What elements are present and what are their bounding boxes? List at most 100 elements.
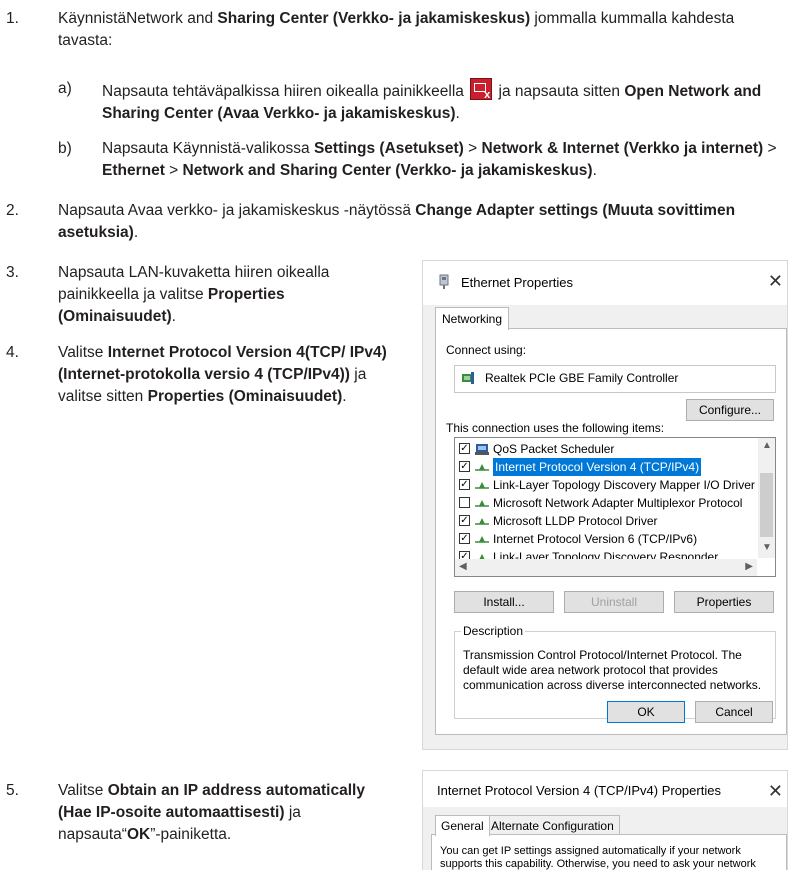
step-text: Valitse Obtain an IP address automatical…	[58, 780, 378, 846]
close-icon[interactable]: ✕	[768, 271, 783, 292]
bold-text: OK	[126, 826, 151, 843]
list-item[interactable]: ✓ Microsoft LLDP Protocol Driver	[455, 512, 757, 530]
scroll-left-icon[interactable]: ◀	[459, 561, 467, 572]
bold-text: Ethernet	[102, 162, 165, 179]
item-checkbox[interactable]: ✓	[459, 479, 470, 490]
vertical-scrollbar[interactable]: ▲ ▼	[758, 438, 775, 558]
item-label: Link-Layer Topology Discovery Mapper I/O…	[493, 478, 755, 492]
ethernet-properties-dialog: Ethernet Properties ✕ Networking Connect…	[422, 260, 788, 750]
scroll-right-icon[interactable]: ▶	[745, 561, 753, 572]
bold-text: Network and Sharing Center (Verkko- ja j…	[182, 162, 593, 179]
item-checkbox[interactable]: ✓	[459, 443, 470, 454]
text: Napsauta Avaa verkko- ja jakamiskeskus -…	[58, 202, 416, 219]
text: Valitse	[58, 344, 108, 361]
item-label: Internet Protocol Version 4 (TCP/IPv4)	[493, 458, 702, 476]
text: >	[463, 140, 482, 157]
step-text: Valitse Internet Protocol Version 4(TCP/…	[58, 342, 393, 408]
bold-text: Sharing Center (Verkko- ja jakamiskeskus…	[217, 10, 531, 27]
step-number: 3.	[6, 264, 19, 281]
text: Napsauta Käynnistä-valikossa	[102, 140, 314, 157]
network-adapter-icon	[462, 372, 474, 384]
step-text: KäynnistäNetwork and Sharing Center (Ver…	[58, 8, 758, 52]
text: KäynnistäNetwork and	[58, 10, 218, 27]
protocol-icon	[475, 518, 489, 525]
text: ”-painiketta.	[150, 826, 232, 843]
properties-button[interactable]: Properties	[674, 591, 774, 613]
step-number: 1.	[6, 10, 19, 27]
scroll-up-icon[interactable]: ▲	[762, 440, 772, 451]
ethernet-port-icon	[439, 274, 449, 289]
install-button[interactable]: Install...	[454, 591, 554, 613]
text: Valitse	[58, 782, 108, 799]
text: .	[133, 224, 139, 241]
step-number: 4.	[6, 344, 19, 361]
list-item[interactable]: ✓ Link-Layer Topology Discovery Mapper I…	[455, 476, 757, 494]
general-panel: You can get IP settings assigned automat…	[431, 834, 787, 870]
step-text: Napsauta Avaa verkko- ja jakamiskeskus -…	[58, 200, 758, 244]
dialog-title: Internet Protocol Version 4 (TCP/IPv4) P…	[437, 783, 721, 798]
tab-networking[interactable]: Networking	[435, 307, 510, 330]
item-label: QoS Packet Scheduler	[493, 442, 615, 456]
list-item[interactable]: ✓ QoS Packet Scheduler	[455, 440, 757, 458]
items-list[interactable]: ✓ QoS Packet Scheduler ✓ Internet Protoc…	[454, 437, 776, 577]
item-checkbox[interactable]: ✓	[459, 515, 470, 526]
step-letter: b)	[58, 140, 72, 157]
ok-button[interactable]: OK	[607, 701, 685, 723]
step-text: Napsauta tehtäväpalkissa hiiren oikealla…	[102, 78, 778, 125]
networking-panel: Connect using: Realtek PCIe GBE Family C…	[435, 328, 787, 735]
description-text: Transmission Control Protocol/Internet P…	[463, 648, 762, 692]
step-number: 5.	[6, 782, 19, 799]
text: .	[592, 162, 597, 179]
ipv4-properties-dialog: Internet Protocol Version 4 (TCP/IPv4) P…	[422, 770, 788, 870]
protocol-icon	[475, 536, 489, 543]
protocol-icon	[475, 500, 489, 507]
list-item[interactable]: ✓ Internet Protocol Version 6 (TCP/IPv6)	[455, 530, 757, 548]
step-number: 2.	[6, 202, 19, 219]
step-letter: a)	[58, 80, 72, 97]
text: .	[342, 388, 347, 405]
network-disconnected-icon	[470, 78, 493, 101]
horizontal-scrollbar[interactable]: ◀ ▶	[455, 559, 757, 576]
bold-text: Properties (Ominaisuudet)	[147, 388, 343, 405]
step-text: Napsauta Käynnistä-valikossa Settings (A…	[102, 138, 782, 182]
text: .	[171, 308, 176, 325]
bold-text: Network & Internet (Verkko ja internet)	[481, 140, 764, 157]
adapter-name: Realtek PCIe GBE Family Controller	[485, 371, 679, 385]
tab-general[interactable]: General	[435, 815, 490, 836]
qos-icon	[475, 444, 489, 455]
bold-text: Settings (Asetukset)	[313, 140, 464, 157]
item-label: Microsoft LLDP Protocol Driver	[493, 514, 658, 528]
list-item[interactable]: ✓ Internet Protocol Version 4 (TCP/IPv4)	[455, 458, 757, 476]
description-title: Description	[461, 624, 526, 638]
adapter-display: Realtek PCIe GBE Family Controller	[454, 365, 776, 393]
close-icon[interactable]: ✕	[768, 781, 783, 802]
dialog-titlebar: Internet Protocol Version 4 (TCP/IPv4) P…	[423, 771, 787, 807]
dialog-titlebar: Ethernet Properties ✕	[423, 261, 787, 305]
item-label: Microsoft Network Adapter Multiplexor Pr…	[493, 496, 743, 510]
item-checkbox[interactable]: ✓	[459, 461, 470, 472]
list-item[interactable]: Microsoft Network Adapter Multiplexor Pr…	[455, 494, 757, 512]
bold-text: Internet Protocol Version 4(TCP/ IPv4) (…	[58, 344, 387, 383]
text: >	[763, 140, 777, 157]
dialog-title: Ethernet Properties	[461, 275, 574, 290]
protocol-icon	[475, 464, 489, 471]
protocol-icon	[475, 482, 489, 489]
cancel-button[interactable]: Cancel	[695, 701, 773, 723]
items-label: This connection uses the following items…	[446, 421, 665, 435]
text: >	[164, 162, 183, 179]
connect-using-label: Connect using:	[446, 343, 527, 357]
step-text: Napsauta LAN-kuvaketta hiiren oikealla p…	[58, 262, 393, 328]
text: Napsauta tehtäväpalkissa hiiren oikealla…	[102, 83, 469, 100]
scroll-thumb[interactable]	[760, 473, 773, 537]
text: Napsauta LAN-kuvaketta hiiren oikealla p…	[58, 264, 330, 303]
scroll-down-icon[interactable]: ▼	[762, 542, 772, 553]
item-checkbox[interactable]	[459, 497, 470, 508]
configure-button[interactable]: Configure...	[686, 399, 774, 421]
text: ja napsauta sitten	[494, 83, 625, 100]
item-label: Internet Protocol Version 6 (TCP/IPv6)	[493, 532, 698, 546]
tab-alternate-configuration[interactable]: Alternate Configuration	[485, 815, 620, 836]
item-checkbox[interactable]: ✓	[459, 533, 470, 544]
uninstall-button[interactable]: Uninstall	[564, 591, 664, 613]
info-text: You can get IP settings assigned automat…	[440, 845, 756, 870]
text: .	[455, 105, 460, 122]
